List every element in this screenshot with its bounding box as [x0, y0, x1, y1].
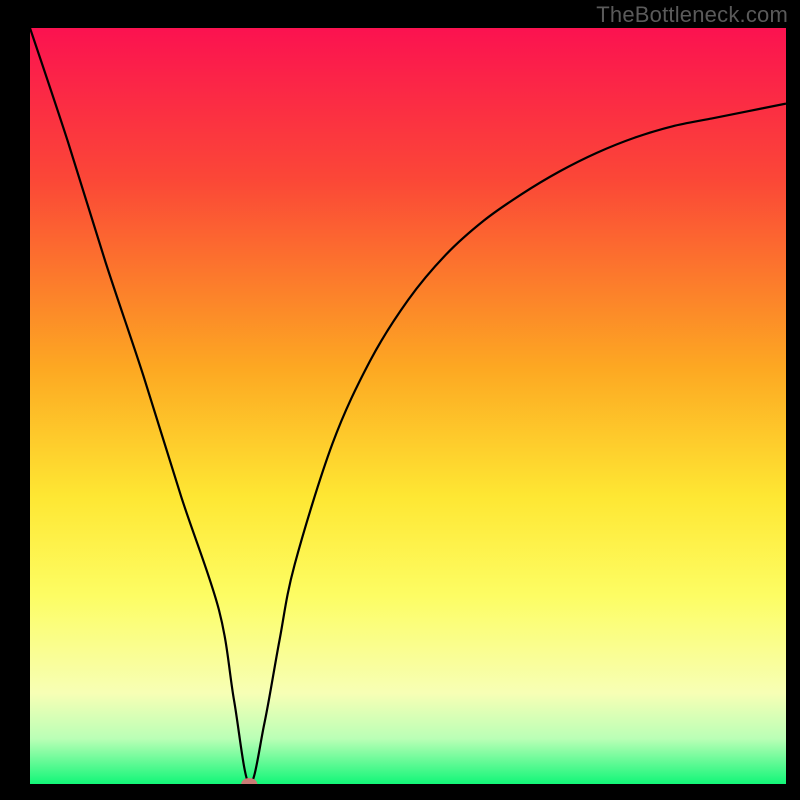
chart-container [30, 28, 786, 784]
gradient-background [30, 28, 786, 784]
watermark-text: TheBottleneck.com [596, 2, 788, 28]
bottleneck-chart [30, 28, 786, 784]
